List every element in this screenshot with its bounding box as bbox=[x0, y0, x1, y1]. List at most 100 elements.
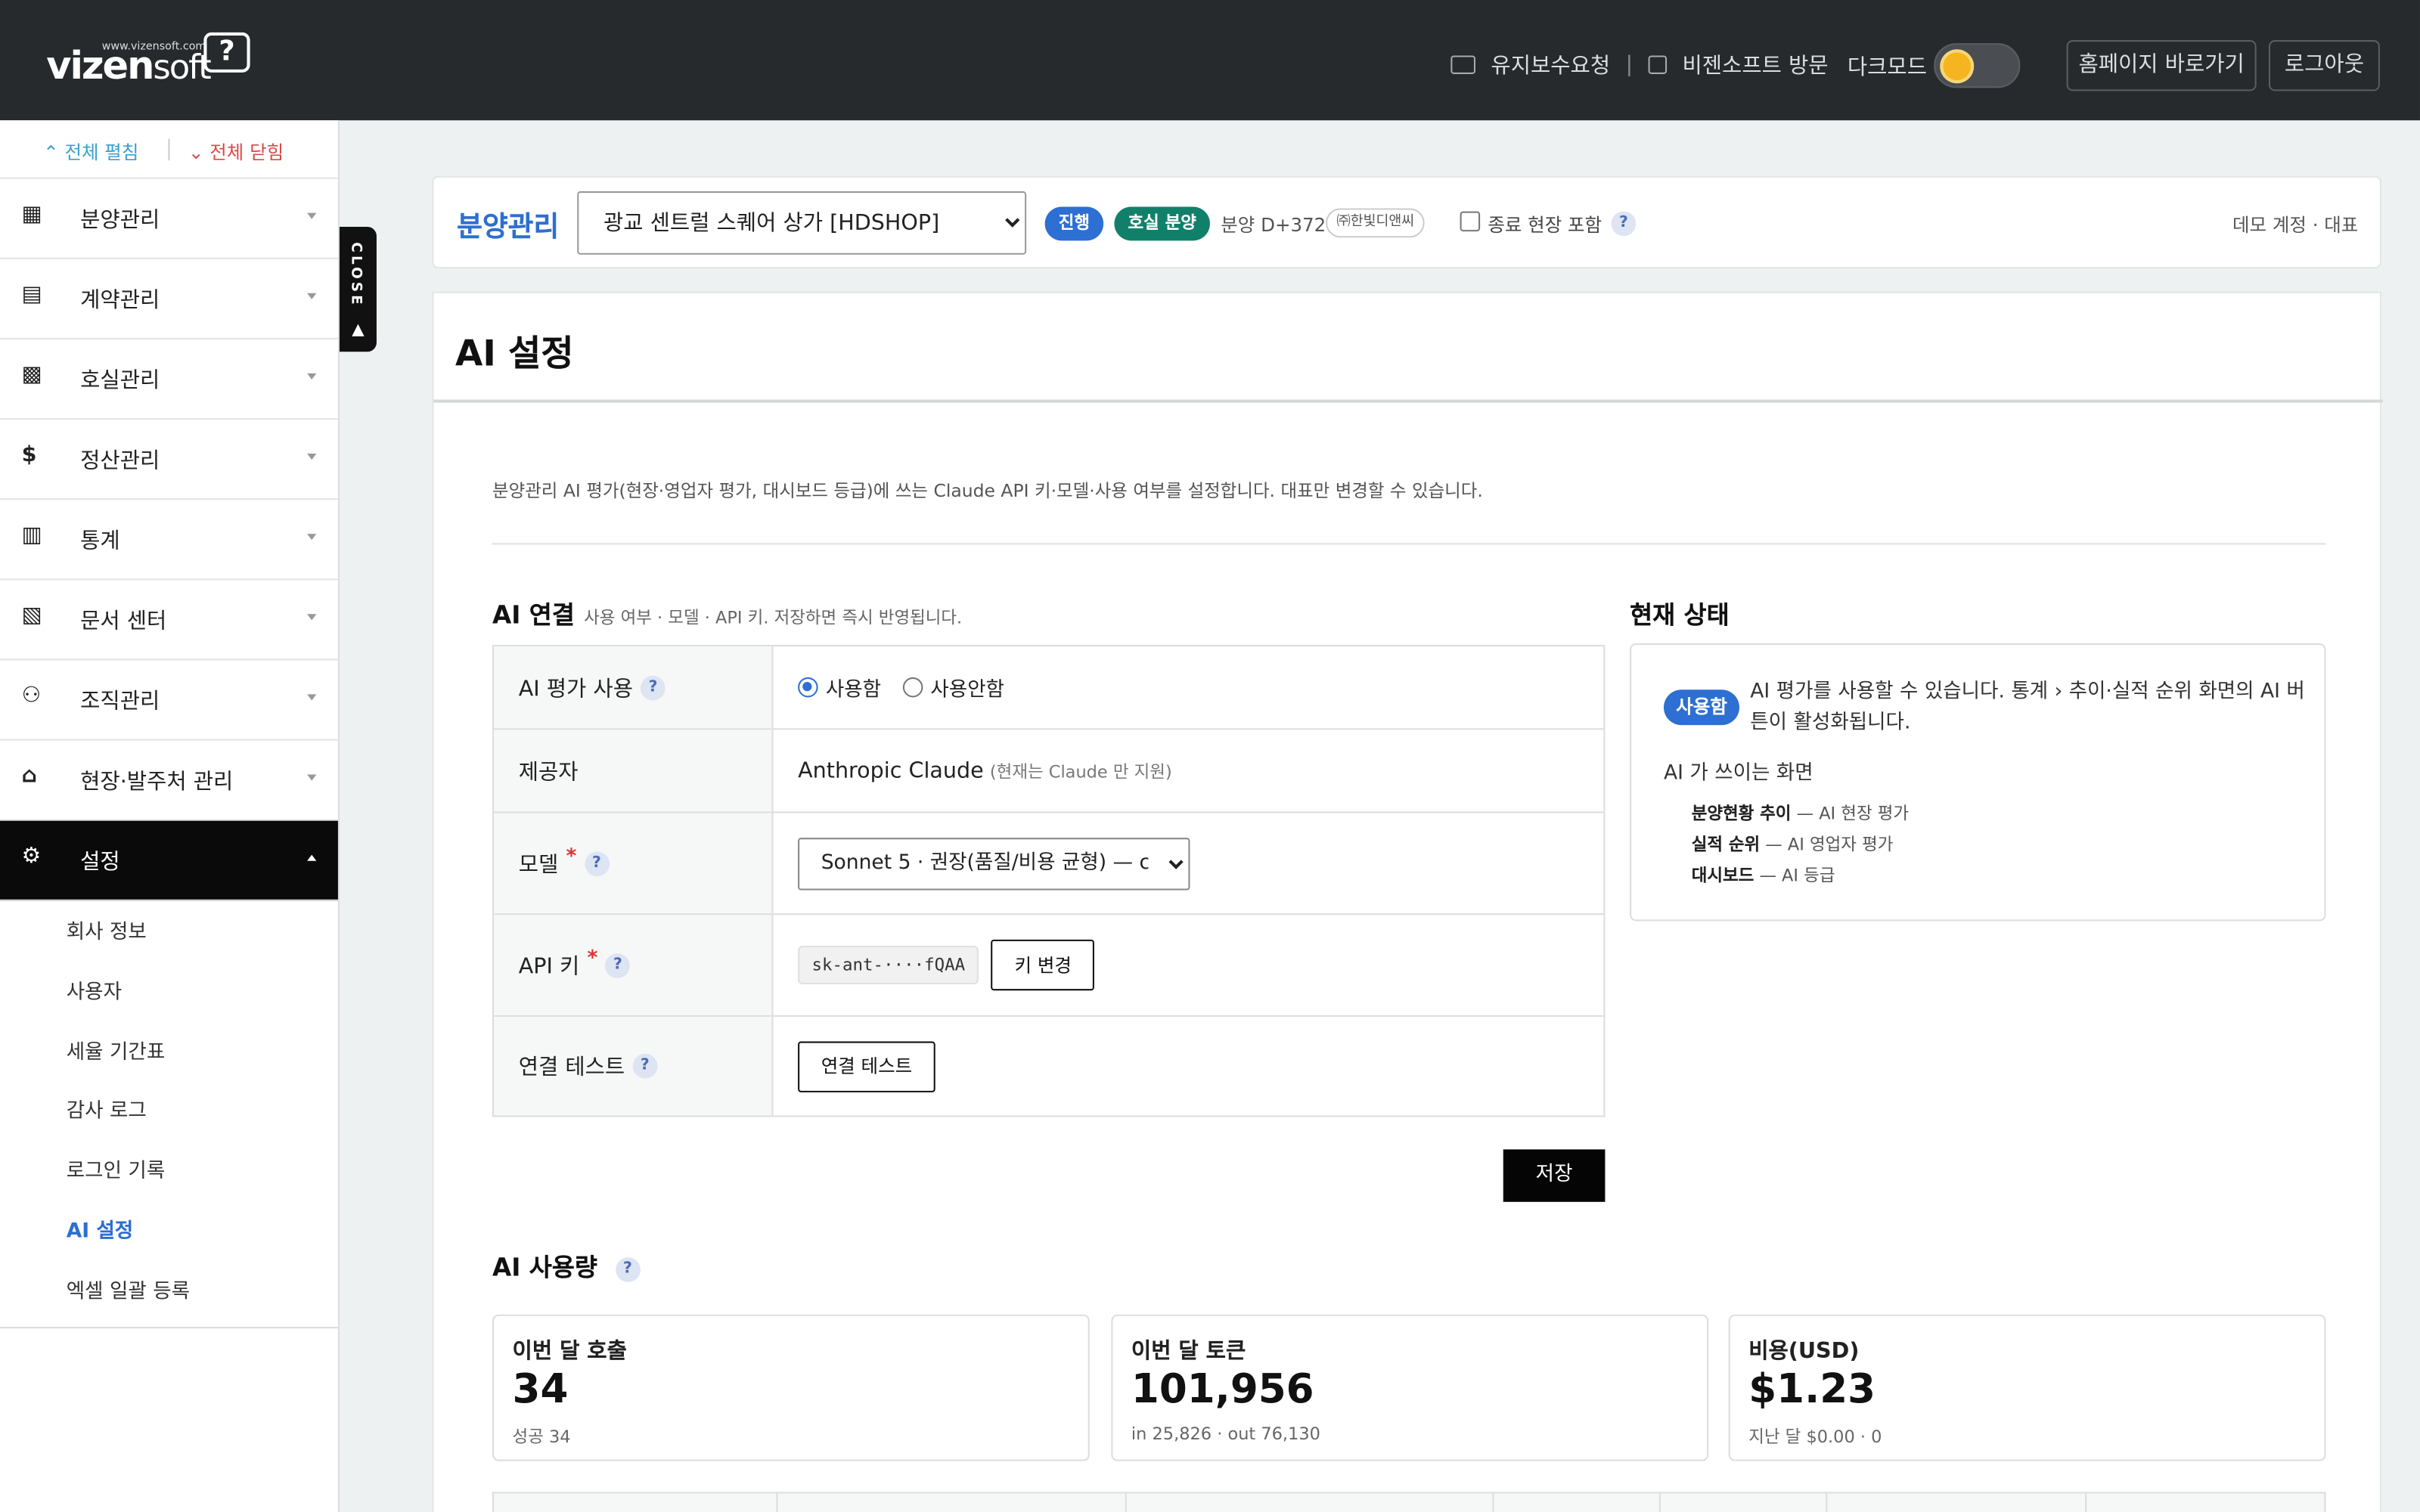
settings-sub-item[interactable]: 사용자 bbox=[0, 964, 338, 1024]
logo-soft: soft bbox=[153, 49, 211, 88]
logo-text: vizensoft bbox=[46, 43, 212, 88]
connection-test-button[interactable]: 연결 테스트 bbox=[798, 1040, 935, 1092]
settings-sub-item[interactable]: 감사 로그 bbox=[0, 1083, 338, 1143]
calendar-icon bbox=[1648, 55, 1668, 74]
ai-screen-item: 대시보드 — AI 등급 bbox=[1692, 861, 1909, 892]
ai-screen-desc: — AI 현장 평가 bbox=[1791, 804, 1910, 824]
table-col-divider bbox=[1658, 1493, 1661, 1512]
ai-use-no-label[interactable]: 사용안함 bbox=[930, 673, 1004, 702]
ai-use-help-icon[interactable]: ? bbox=[641, 674, 666, 700]
settings-sub-item[interactable]: 엑셀 일괄 등록 bbox=[0, 1263, 338, 1323]
expand-separator bbox=[168, 138, 170, 161]
settings-sub-item[interactable]: AI 설정 bbox=[0, 1204, 338, 1263]
ai-usage-help-icon[interactable]: ? bbox=[615, 1257, 641, 1282]
table-col-divider bbox=[1826, 1493, 1828, 1512]
provider-value-wrap: Anthropic Claude (현재는 Claude 만 지원) bbox=[798, 730, 1172, 811]
model-help-icon[interactable]: ? bbox=[584, 850, 610, 876]
homepage-button[interactable]: 홈페이지 바로가기 bbox=[2066, 40, 2257, 91]
ai-screen-item: 분양현황 추이 — AI 현장 평가 bbox=[1692, 799, 1909, 830]
change-key-button[interactable]: 키 변경 bbox=[991, 939, 1095, 991]
main-card: AI 설정 분양관리 AI 평가(현장·영업자 평가, 대시보드 등급)에 쓰는… bbox=[432, 291, 2383, 1512]
stat-value: 34 bbox=[512, 1367, 569, 1414]
top-link-separator: | bbox=[1625, 52, 1634, 78]
caret-down-icon bbox=[307, 453, 317, 460]
app-root: www.vizensoft.com vizensoft ? 유지보수요청 | 비… bbox=[0, 0, 2420, 1512]
sidebar-item-3[interactable]: ▩ 호실관리 bbox=[0, 339, 338, 420]
sidebar-item-8[interactable]: ⌂ 현장·발주처 관리 bbox=[0, 741, 338, 821]
usage-stat-card: 이번 달 호출 34 성공 34 bbox=[492, 1314, 1090, 1461]
sidebar-item-label: 분양관리 bbox=[80, 208, 160, 234]
api-key-masked: sk-ant-····fQAA bbox=[798, 946, 979, 985]
maintenance-request-link[interactable]: 유지보수요청 bbox=[1491, 49, 1610, 80]
sidebar-item-label: 조직관리 bbox=[80, 689, 160, 714]
include-closed-label[interactable]: 종료 현장 포함 bbox=[1488, 212, 1602, 238]
sidebar-item-label: 설정 bbox=[80, 850, 120, 875]
top-bar: www.vizensoft.com vizensoft ? 유지보수요청 | 비… bbox=[0, 0, 2420, 121]
settings-sub-item[interactable]: 회사 정보 bbox=[0, 904, 338, 964]
provider-note: (현재는 Claude 만 지원) bbox=[989, 761, 1172, 782]
stat-label: 이번 달 토큰 bbox=[1131, 1339, 1246, 1365]
site-select[interactable]: 광교 센트럴 스퀘어 상가 [HDSHOP] bbox=[577, 191, 1027, 255]
top-links: 유지보수요청 | 비젠소프트 방문 bbox=[1450, 49, 1829, 80]
caret-down-icon bbox=[307, 293, 317, 299]
ai-connection-subtitle: 사용 여부 · 모델 · API 키. 저장하면 즉시 반영됩니다. bbox=[584, 608, 963, 628]
ai-use-yes-radio[interactable] bbox=[798, 677, 818, 698]
form-row-model: 모델 *? Sonnet 5 · 권장(품질/비용 균형) — clau bbox=[494, 813, 1604, 916]
model-select[interactable]: Sonnet 5 · 권장(품질/비용 균형) — clau bbox=[798, 837, 1190, 890]
stat-label: 비용(USD) bbox=[1748, 1339, 1860, 1365]
save-button[interactable]: 저장 bbox=[1503, 1149, 1606, 1202]
connection-test-help-icon[interactable]: ? bbox=[632, 1053, 658, 1079]
sidebar-item-7[interactable]: ⚇ 조직관리 bbox=[0, 660, 338, 741]
ai-screen-desc: — AI 등급 bbox=[1754, 865, 1835, 886]
vizensoft-logo[interactable]: www.vizensoft.com vizensoft ? bbox=[46, 28, 262, 93]
usage-stat-card: 비용(USD) $1.23 지난 달 $0.00 · 0 bbox=[1728, 1314, 2326, 1461]
grid-icon: ▩ bbox=[21, 362, 42, 388]
include-closed-checkbox[interactable] bbox=[1460, 211, 1481, 232]
settings-sub-item[interactable]: 세율 기간표 bbox=[0, 1024, 338, 1083]
sidebar-item-4[interactable]: $ 정산관리 bbox=[0, 420, 338, 500]
expand-all-button[interactable]: ⌃ 전체 펼침 bbox=[43, 139, 138, 166]
stat-value: $1.23 bbox=[1748, 1367, 1876, 1414]
stat-sub: 성공 34 bbox=[512, 1427, 571, 1448]
stat-sub: in 25,826 · out 76,130 bbox=[1131, 1424, 1320, 1445]
site-bar-help-icon[interactable]: ? bbox=[1611, 211, 1637, 237]
sale-dday: 분양 D+372 bbox=[1221, 214, 1326, 237]
sidebar-item-label: 통계 bbox=[80, 528, 120, 554]
sidebar-item-1[interactable]: ▦ 분양관리 bbox=[0, 179, 338, 259]
caret-down-icon bbox=[307, 774, 317, 781]
site-bar-title: 분양관리 bbox=[457, 211, 560, 244]
collapse-all-button[interactable]: ⌄ 전체 닫힘 bbox=[188, 139, 284, 166]
ai-use-yes-label[interactable]: 사용함 bbox=[826, 673, 881, 702]
close-tab-label: CLOSE bbox=[347, 242, 363, 308]
logout-button[interactable]: 로그아웃 bbox=[2268, 40, 2380, 91]
api-key-help-icon[interactable]: ? bbox=[605, 953, 631, 978]
dark-mode-toggle[interactable] bbox=[1934, 43, 2021, 88]
caret-down-icon bbox=[307, 212, 317, 219]
ai-use-no-radio[interactable] bbox=[902, 677, 923, 698]
ai-use-label: AI 평가 사용? bbox=[494, 646, 774, 729]
sidebar-close-tab[interactable]: CLOSE bbox=[339, 226, 377, 352]
visit-vizensoft-link[interactable]: 비젠소프트 방문 bbox=[1682, 49, 1828, 80]
form-row-api-key: API 키 *? sk-ant-····fQAA 키 변경 bbox=[494, 915, 1604, 1017]
logo-main: vizen bbox=[46, 43, 154, 88]
bar-chart-icon: ▥ bbox=[21, 522, 42, 548]
settings-sub-item[interactable]: 로그인 기록 bbox=[0, 1144, 338, 1204]
connection-test-label-text: 연결 테스트 bbox=[518, 1055, 625, 1080]
status-box: 사용함 AI 평가를 사용할 수 있습니다. 통계 › 추이·실적 순위 화면의… bbox=[1630, 643, 2326, 922]
form-row-connection-test: 연결 테스트? 연결 테스트 bbox=[494, 1016, 1603, 1116]
document-icon: ▤ bbox=[21, 282, 42, 308]
table-col-divider bbox=[1492, 1493, 1494, 1512]
connection-test-label: 연결 테스트? bbox=[494, 1016, 774, 1116]
building-icon: ▦ bbox=[21, 202, 42, 227]
sidebar-item-9[interactable]: ⚙ 설정 bbox=[0, 820, 338, 901]
sidebar-item-2[interactable]: ▤ 계약관리 bbox=[0, 259, 338, 339]
api-key-value-wrap: sk-ant-····fQAA 키 변경 bbox=[798, 915, 1095, 1015]
page-title: AI 설정 bbox=[455, 334, 574, 375]
ai-usage-heading: AI 사용량 bbox=[492, 1253, 597, 1282]
sidebar-item-5[interactable]: ▥ 통계 bbox=[0, 500, 338, 581]
ai-screen-desc: — AI 영업자 평가 bbox=[1760, 835, 1894, 855]
sidebar: ⌃ 전체 펼침 ⌄ 전체 닫힘 ▦ 분양관리 ▤ 계약관리 ▩ 호실관리 $ 정산관리 ▥ 통계 ▧… bbox=[0, 120, 340, 1512]
sidebar-item-label: 호실관리 bbox=[80, 368, 160, 394]
sidebar-item-6[interactable]: ▧ 문서 센터 bbox=[0, 580, 338, 661]
page-description: 분양관리 AI 평가(현장·영업자 평가, 대시보드 등급)에 쓰는 Claud… bbox=[492, 479, 1483, 502]
